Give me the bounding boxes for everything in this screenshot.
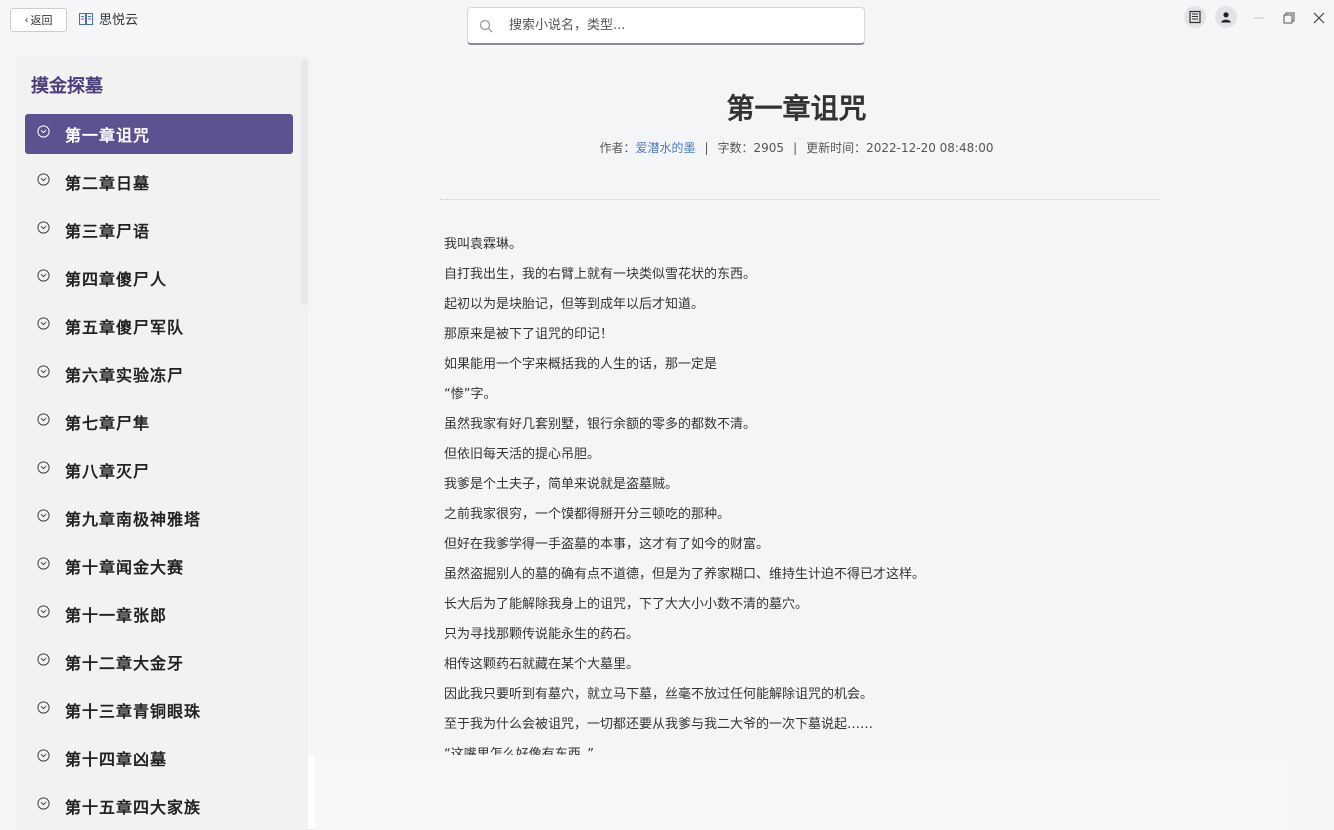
chevron-circle-icon [37,700,50,714]
bookshelf-button[interactable] [1184,6,1206,28]
paragraph: 那原来是被下了诅咒的印记！ [444,327,614,342]
paragraph: 至于我为什么会被诅咒，一切都还要从我爹与我二大爷的一次下墓说起…… [444,717,874,732]
chapter-item-label: 第九章南极神雅塔 [65,510,202,529]
minimize-icon [1254,17,1264,19]
author-label: 作者： [599,141,636,155]
chapter-list: 第一章诅咒第二章日墓第三章尸语第四章傻尸人 第五章傻尸军队 第六章实验冻尸 第七章尸隼… [25,114,293,830]
chapter-title: 第一章诅咒 [726,92,867,125]
search-icon [479,19,493,32]
paragraph: 因此我只要听到有墓穴，就立马下墓，丝毫不放过任何能解除诅咒的机会。 [444,687,874,702]
top-bar: ‹ 返回 思悦云 [0,0,1334,52]
chevron-circle-icon [37,556,50,570]
search-input[interactable] [507,17,841,34]
paragraph: 起初以为是块胎记，但等到成年以后才知道。 [444,297,705,312]
chapter-item-label: 第一章诅咒 [65,126,151,145]
chevron-circle-icon [37,652,50,666]
chapter-item[interactable]: 第四章傻尸人 [25,258,293,298]
updated-time: 更新时间：2022-12-20 08:48:00 [806,141,994,155]
app-name: 思悦云 [99,13,139,28]
chevron-circle-icon [37,124,50,138]
paragraph: 相传这颗药石就藏在某个大墓里。 [444,657,640,672]
chevron-circle-icon [37,748,50,762]
meta-separator: | [793,141,798,155]
word-count: 字数：2905 [717,141,785,155]
paragraph: 但依旧每天活的提心吊胆。 [444,447,601,462]
chapter-item-label: 第十四章凶墓 [65,750,168,769]
search-bar[interactable] [467,7,865,45]
paragraph: 我爹是个土夫子，简单来说就是盗墓贼。 [444,477,679,492]
minimize-button[interactable] [1250,6,1268,30]
paragraph: 如果能用一个字来概括我的人生的话，那一定是 [444,357,718,372]
back-button[interactable]: ‹ 返回 [10,8,67,32]
paragraph: 虽然我家有好几套别墅，银行余额的零多的都数不清。 [444,417,757,432]
paragraph: 我叫袁霖琳。 [444,237,523,252]
restore-icon [1283,12,1295,24]
chapter-item-label: 第十一章张郎 [65,606,168,625]
chapter-item-label: 第七章尸隼 [65,414,151,433]
chevron-circle-icon [37,364,50,378]
chapter-item[interactable]: 第二章日墓 [25,162,293,202]
chapter-item[interactable]: 第十二章大金牙 [25,642,293,682]
author-link[interactable]: 爱潜水的墨 [635,141,695,155]
chevron-circle-icon [37,268,50,282]
chapter-item[interactable]: 第十章闻金大赛 [25,546,293,586]
close-button[interactable] [1310,6,1328,30]
chapter-item-label: 第五章傻尸军队 [65,318,185,337]
chevron-circle-icon [37,412,50,426]
paragraph: 虽然盗掘别人的墓的确有点不道德，但是为了养家糊口、维持生计迫不得已才这样。 [444,567,926,582]
chapter-item[interactable]: 第五章傻尸军队 [25,306,293,346]
chapter-item-label: 第八章灭尸 [65,462,151,481]
chapter-item-label: 第六章实验冻尸 [65,366,185,385]
chevron-circle-icon [37,220,50,234]
paragraph: 长大后为了能解除我身上的诅咒，下了大大小小数不清的墓穴。 [444,597,809,612]
chapter-item[interactable]: 第七章尸隼 [25,402,293,442]
chapter-item[interactable]: 第八章灭尸 [25,450,293,490]
chevron-circle-icon [37,172,50,186]
chapter-meta: 作者：爱潜水的墨 | 字数：2905 | 更新时间：2022-12-20 08:48:0… [308,139,1285,156]
chapter-item-label: 第三章尸语 [65,222,151,241]
app-brand: 思悦云 [79,9,138,28]
chevron-left-icon: ‹ [24,14,29,26]
restore-button[interactable] [1280,6,1298,30]
meta-separator: | [704,141,709,155]
chapter-item-label: 第四章傻尸人 [65,270,168,289]
chapter-item[interactable]: 第十四章凶墓 [25,738,293,778]
paragraph: 自打我出生，我的右臂上就有一块类似雪花状的东西。 [444,267,757,282]
bookshelf-icon [1189,10,1201,24]
chapter-item-label: 第十章闻金大赛 [65,558,185,577]
chevron-circle-icon [37,316,50,330]
chevron-circle-icon [37,460,50,474]
chapter-item[interactable]: 第十五章四大家族 [25,786,293,826]
chapter-item-label: 第二章日墓 [65,174,151,193]
reading-area: 第一章诅咒 作者：爱潜水的墨 | 字数：2905 | 更新时间：2022-12-20 0… [308,55,1285,792]
chevron-circle-icon [37,604,50,618]
reading-area-footer [315,755,1285,830]
chapter-item[interactable]: 第一章诅咒 [25,114,293,154]
user-button[interactable] [1215,6,1237,28]
chapter-item[interactable]: 第十一章张郎 [25,594,293,634]
chapter-sidebar: 摸金探墓 第一章诅咒第二章日墓第三章尸语第四章傻尸人 第五章傻尸军队 第六章实验冻尸… [15,55,308,830]
chevron-circle-icon [37,508,50,522]
chapter-item-label: 第十二章大金牙 [65,654,185,673]
chapter-item[interactable]: 第九章南极神雅塔 [25,498,293,538]
chapter-item[interactable]: 第六章实验冻尸 [25,354,293,394]
chapter-item-label: 第十三章青铜眼珠 [65,702,202,721]
back-button-label: 返回 [30,14,53,27]
chevron-circle-icon [37,796,50,810]
chapter-item[interactable]: 第三章尸语 [25,210,293,250]
book-title: 摸金探墓 [31,76,103,97]
chapter-item[interactable]: 第十三章青铜眼珠 [25,690,293,730]
divider [440,199,1160,200]
chapter-body: 我叫袁霖琳。自打我出生，我的右臂上就有一块类似雪花状的东西。 起初以为是块胎记，但… [444,230,1204,800]
chapter-item-label: 第十五章四大家族 [65,798,202,817]
paragraph: 只为寻找那颗传说能永生的药石。 [444,627,640,642]
book-icon [79,12,93,25]
close-icon [1313,12,1325,24]
paragraph: “惨”字。 [444,387,497,402]
user-icon [1221,12,1231,23]
paragraph: 之前我家很穷，一个馍都得掰开分三顿吃的那种。 [444,507,731,522]
paragraph: 但好在我爹学得一手盗墓的本事，这才有了如今的财富。 [444,537,770,552]
